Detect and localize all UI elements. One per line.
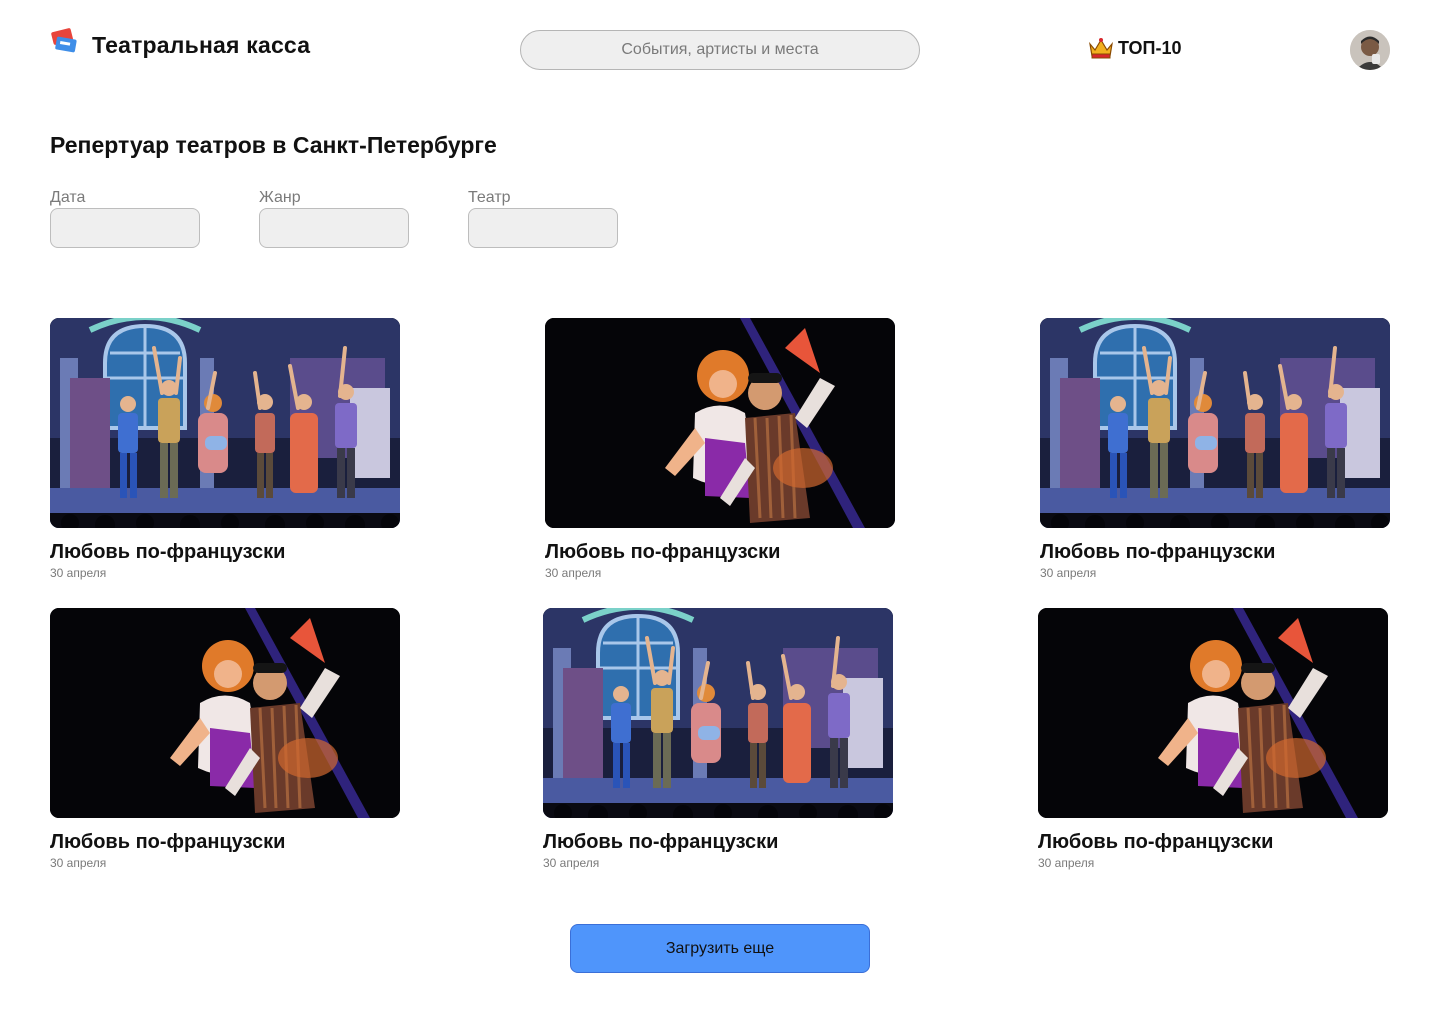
event-image[interactable] xyxy=(50,608,400,818)
event-card[interactable]: Любовь по-французски 30 апреля xyxy=(50,608,400,870)
event-card[interactable]: Любовь по-французски 30 апреля xyxy=(1038,608,1388,870)
event-title[interactable]: Любовь по-французски xyxy=(50,540,400,564)
event-date: 30 апреля xyxy=(1040,566,1097,580)
filter-genre-input[interactable] xyxy=(259,208,409,248)
event-card[interactable]: Любовь по-французски 30 апреля xyxy=(543,608,893,870)
brand-title[interactable]: Театральная касса xyxy=(92,30,310,60)
event-title[interactable]: Любовь по-французски xyxy=(50,830,400,854)
filter-theatre: Театр xyxy=(468,188,618,248)
event-date: 30 апреля xyxy=(50,566,107,580)
event-title[interactable]: Любовь по-французски xyxy=(1038,830,1388,854)
page-title: Репертуар театров в Санкт-Петербурге xyxy=(50,132,497,158)
event-date: 30 апреля xyxy=(1038,856,1095,870)
top10-link[interactable]: ТОП-10 xyxy=(1088,34,1182,62)
crown-icon xyxy=(1088,36,1114,60)
event-date: 30 апреля xyxy=(545,566,602,580)
event-image[interactable] xyxy=(543,608,893,818)
load-more-button[interactable]: Загрузить еще xyxy=(570,924,870,973)
user-avatar[interactable] xyxy=(1350,30,1390,70)
event-title[interactable]: Любовь по-французски xyxy=(545,540,895,564)
ticket-logo-icon xyxy=(50,28,78,54)
filter-theatre-label: Театр xyxy=(468,189,511,206)
top10-label: ТОП-10 xyxy=(1118,37,1182,58)
search-input[interactable]: События, артисты и места xyxy=(520,30,920,70)
event-card[interactable]: Любовь по-французски 30 апреля xyxy=(1040,318,1390,580)
event-date: 30 апреля xyxy=(543,856,600,870)
filter-genre-label: Жанр xyxy=(259,189,301,206)
event-date: 30 апреля xyxy=(50,856,107,870)
filter-date-label: Дата xyxy=(50,189,86,206)
filter-date: Дата xyxy=(50,188,200,248)
event-image[interactable] xyxy=(545,318,895,528)
event-card[interactable]: Любовь по-французски 30 апреля xyxy=(545,318,895,580)
event-title[interactable]: Любовь по-французски xyxy=(1040,540,1390,564)
event-image[interactable] xyxy=(1040,318,1390,528)
event-image[interactable] xyxy=(50,318,400,528)
search-placeholder: События, артисты и места xyxy=(621,41,819,58)
event-card[interactable]: Любовь по-французски 30 апреля xyxy=(50,318,400,580)
filter-theatre-input[interactable] xyxy=(468,208,618,248)
filter-date-input[interactable] xyxy=(50,208,200,248)
filter-genre: Жанр xyxy=(259,188,409,248)
event-title[interactable]: Любовь по-французски xyxy=(543,830,893,854)
event-image[interactable] xyxy=(1038,608,1388,818)
